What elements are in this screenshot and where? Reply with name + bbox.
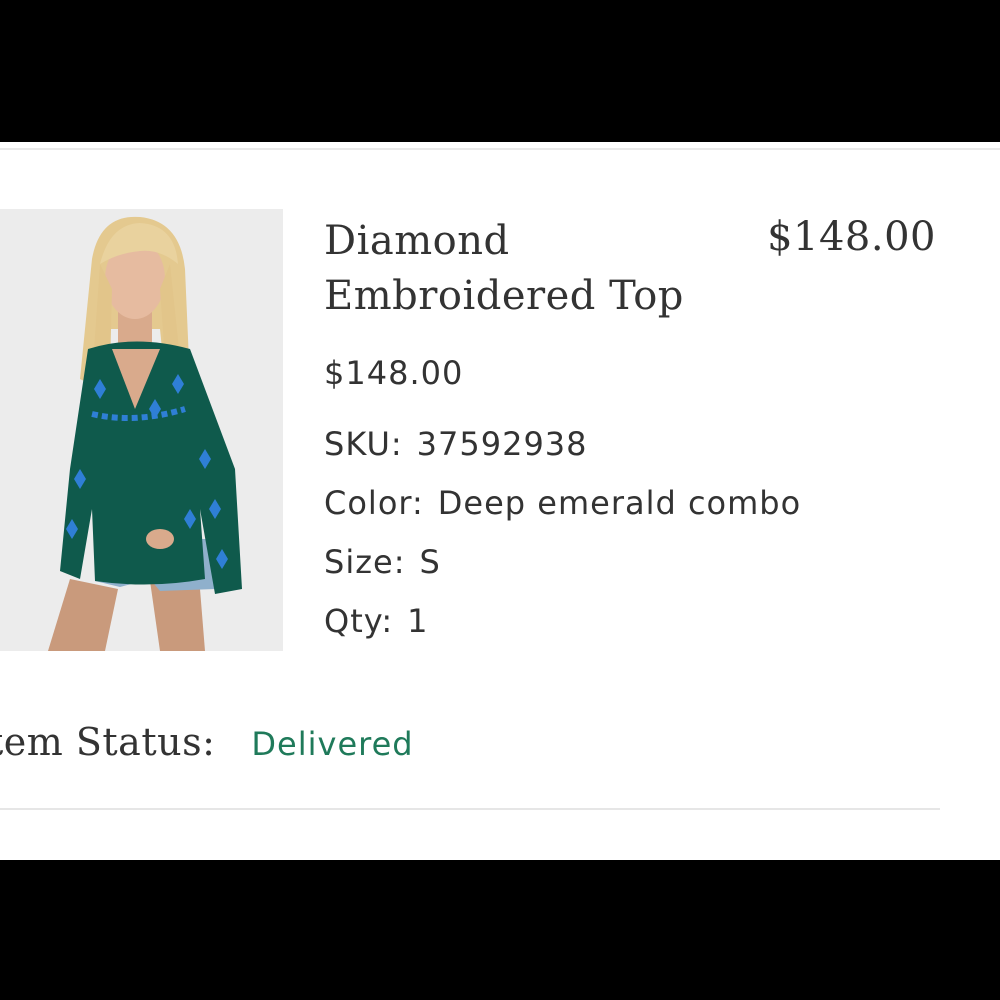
sku-label: SKU: [324,425,403,463]
size-value: S [419,543,441,581]
size-label: Size: [324,543,406,581]
order-item-card: Diamond Embroidered Top $148.00 $148.00 … [0,142,1000,860]
size-row: Size: S [324,542,441,582]
product-name-line-2: Embroidered Top [324,273,684,319]
divider [0,808,940,810]
product-image[interactable] [0,209,283,651]
letterbox-top [0,0,1000,142]
sku-value: 37592938 [416,425,588,463]
color-row: Color: Deep emerald combo [324,483,801,523]
qty-label: Qty: [324,602,394,640]
product-name-line-1: Diamond [324,218,510,264]
item-status-label: tem Status: [0,720,216,764]
unit-price: $148.00 [324,354,464,392]
sku-row: SKU: 37592938 [324,424,588,464]
divider [0,148,1000,150]
product-name[interactable]: Diamond Embroidered Top [324,214,744,324]
item-status-row: tem Status: Delivered [0,720,414,764]
item-status-value: Delivered [251,725,414,763]
product-photo-illustration [0,209,283,651]
qty-value: 1 [407,602,429,640]
color-value: Deep emerald combo [437,484,802,522]
letterbox-bottom [0,860,1000,1000]
color-label: Color: [324,484,424,522]
qty-row: Qty: 1 [324,601,428,641]
line-total-price: $148.00 [767,214,936,260]
